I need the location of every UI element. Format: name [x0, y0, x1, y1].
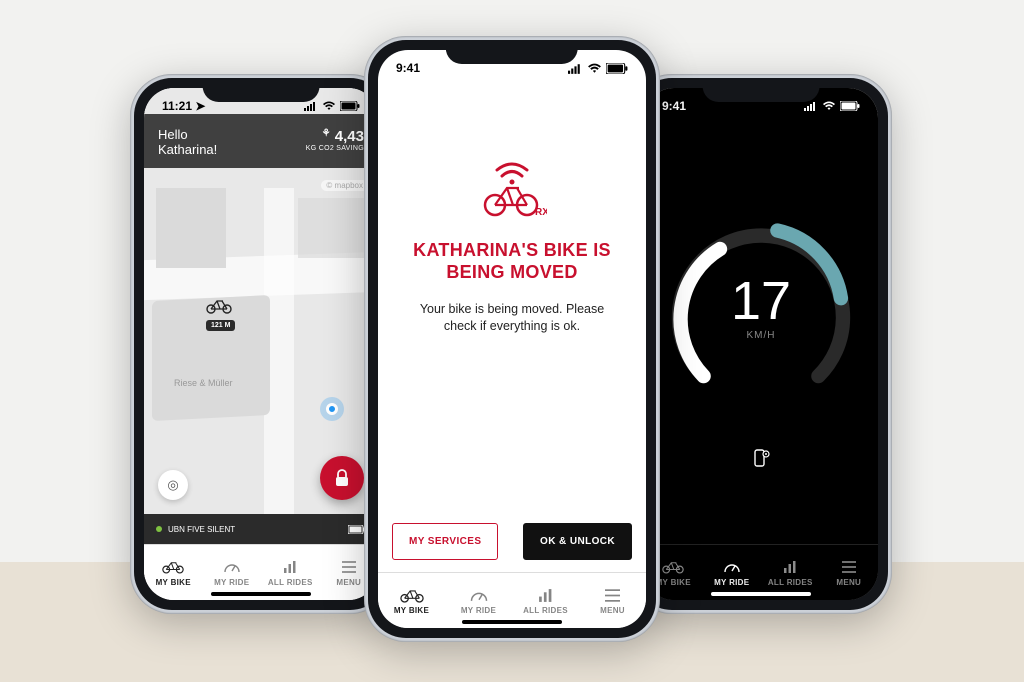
- nav-menu[interactable]: MENU: [579, 586, 646, 615]
- nav-all-rides[interactable]: ALL RIDES: [512, 586, 579, 615]
- phone-center: 9:41: [364, 36, 660, 642]
- status-right: [804, 101, 860, 111]
- alert-message: Your bike is being moved. Please check i…: [378, 301, 646, 335]
- bike-name: UBN FIVE SILENT: [168, 525, 235, 534]
- battery-icon: [606, 63, 628, 74]
- screen-speedo: 9:41: [644, 88, 878, 600]
- nav-label: MY BIKE: [656, 578, 691, 587]
- map-attribution: © mapbox: [321, 180, 368, 191]
- alert-title-line1: KATHARINA'S BIKE IS: [413, 240, 611, 262]
- menu-icon: [842, 558, 856, 576]
- alert-content: RX KATHARINA'S BIKE IS BEING MOVED Your …: [378, 50, 646, 628]
- notch: [203, 78, 320, 102]
- bike-icon: [162, 558, 184, 576]
- co2-value: 4,43: [335, 128, 364, 145]
- ok-unlock-button[interactable]: OK & UNLOCK: [523, 523, 632, 560]
- nav-my-bike[interactable]: MY BIKE: [144, 558, 203, 587]
- greeting-line1: Hello: [158, 128, 217, 143]
- nav-label: MY BIKE: [156, 578, 191, 587]
- home-indicator[interactable]: [711, 592, 811, 596]
- battery-icon: [840, 101, 860, 111]
- gauge-icon: [223, 558, 241, 576]
- wifi-icon: [587, 63, 602, 74]
- bars-icon: [283, 558, 297, 576]
- speed-value: 17: [731, 274, 791, 328]
- nav-label: MY BIKE: [394, 606, 429, 615]
- nav-label: ALL RIDES: [768, 578, 813, 587]
- bike-icon: [206, 298, 232, 314]
- signal-icon: [568, 63, 583, 74]
- bike-icon: [400, 586, 424, 604]
- bars-icon: [783, 558, 797, 576]
- speed-unit: KM/H: [747, 330, 776, 341]
- greeting-line2: Katharina!: [158, 143, 217, 158]
- leaf-icon: ⚘: [322, 128, 331, 139]
- bike-icon: [662, 558, 684, 576]
- wifi-icon: [322, 101, 336, 111]
- nav-my-ride[interactable]: MY RIDE: [445, 586, 512, 615]
- nav-label: MENU: [836, 578, 861, 587]
- wifi-icon: [822, 101, 836, 111]
- lock-button[interactable]: [320, 456, 364, 500]
- nav-my-bike[interactable]: MY BIKE: [378, 586, 445, 615]
- bike-signal-icon: RX: [477, 160, 547, 220]
- menu-icon: [342, 558, 356, 576]
- bike-location-pin[interactable]: 121 M: [206, 298, 235, 332]
- screen-alert: 9:41: [378, 50, 646, 628]
- nav-menu[interactable]: MENU: [820, 558, 879, 587]
- gauge-icon: [469, 586, 489, 604]
- nav-my-ride[interactable]: MY RIDE: [203, 558, 262, 587]
- notch: [703, 78, 820, 102]
- screen-map: Riese & Müller 11:21 ➤ Hello Katharina!: [144, 88, 378, 600]
- phone-left: Riese & Müller 11:21 ➤ Hello Katharina!: [130, 74, 392, 614]
- map-poi-label: Riese & Müller: [174, 378, 233, 388]
- status-right: [568, 63, 628, 74]
- signal-icon: [804, 101, 818, 111]
- brand-rx-text: RX: [535, 207, 547, 218]
- nav-my-ride[interactable]: MY RIDE: [703, 558, 762, 587]
- nav-label: MY RIDE: [461, 606, 496, 615]
- co2-label: KG CO2 SAVING: [306, 145, 364, 152]
- speedo-canvas: 9:41: [644, 88, 878, 600]
- nav-label: MENU: [600, 606, 625, 615]
- phone-location-icon[interactable]: [750, 448, 772, 470]
- signal-icon: [304, 101, 318, 111]
- status-time: 9:41: [396, 61, 420, 75]
- nav-all-rides[interactable]: ALL RIDES: [761, 558, 820, 587]
- locate-me-button[interactable]: ◎: [158, 470, 188, 500]
- gauge-icon: [723, 558, 741, 576]
- nav-label: ALL RIDES: [523, 606, 568, 615]
- alert-title-line2: BEING MOVED: [413, 262, 611, 284]
- battery-icon: [340, 101, 360, 111]
- nav-label: MENU: [336, 578, 361, 587]
- speed-gauge: 17 KM/H: [659, 208, 864, 413]
- status-time: 9:41: [662, 99, 686, 113]
- nav-all-rides[interactable]: ALL RIDES: [261, 558, 320, 587]
- nav-label: MY RIDE: [714, 578, 749, 587]
- status-time: 11:21 ➤: [162, 99, 205, 113]
- home-indicator[interactable]: [211, 592, 311, 596]
- user-location-dot: [326, 403, 338, 415]
- status-right: [304, 101, 360, 111]
- bike-distance-tag: 121 M: [206, 320, 235, 331]
- my-services-button[interactable]: MY SERVICES: [392, 523, 498, 560]
- home-indicator[interactable]: [462, 620, 562, 624]
- stage: Riese & Müller 11:21 ➤ Hello Katharina!: [0, 0, 1024, 682]
- nav-label: ALL RIDES: [268, 578, 313, 587]
- bike-status-bar[interactable]: UBN FIVE SILENT: [144, 514, 378, 544]
- nav-label: MY RIDE: [214, 578, 249, 587]
- crosshair-icon: ◎: [167, 477, 178, 493]
- status-dot-icon: [156, 526, 162, 532]
- notch: [446, 40, 578, 64]
- menu-icon: [605, 586, 620, 604]
- phone-right: 9:41: [630, 74, 892, 614]
- bars-icon: [538, 586, 553, 604]
- lock-icon: [334, 469, 350, 487]
- location-arrow-icon: ➤: [195, 99, 205, 113]
